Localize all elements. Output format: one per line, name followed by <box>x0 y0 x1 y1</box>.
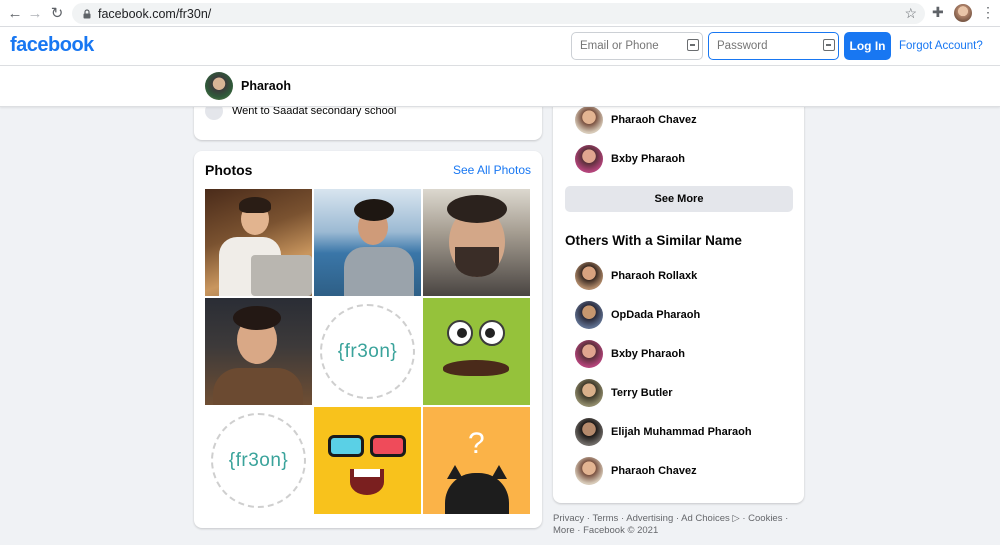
avatar <box>575 457 603 485</box>
photo-thumbnail[interactable] <box>314 407 421 514</box>
avatar <box>575 106 603 134</box>
password-field[interactable] <box>708 32 839 60</box>
friend-list-item[interactable]: Bxby Pharaoh <box>575 145 685 173</box>
friend-list-item[interactable]: Pharaoh Chavez <box>575 106 697 134</box>
profile-avatar[interactable] <box>205 72 233 100</box>
similar-list-item[interactable]: Bxby Pharaoh <box>575 340 685 368</box>
avatar <box>575 262 603 290</box>
reload-glyph: ↻ <box>50 5 64 22</box>
photo-thumbnail[interactable] <box>314 189 421 296</box>
footer-link-advertising[interactable]: Advertising <box>626 513 673 524</box>
footer-link-privacy[interactable]: Privacy <box>553 513 584 524</box>
avatar <box>575 340 603 368</box>
friend-name: Bxby Pharaoh <box>611 153 685 165</box>
fr3on-logo: {fr3on} <box>320 304 415 399</box>
lock-icon <box>83 8 91 18</box>
photo-thumbnail[interactable] <box>205 189 312 296</box>
footer-link-ad-choices[interactable]: Ad Choices ▷ <box>681 513 740 524</box>
back-icon[interactable]: ← <box>4 2 26 24</box>
bookmark-star-icon[interactable]: ☆ <box>904 5 917 22</box>
avatar <box>575 301 603 329</box>
similar-name: Pharaoh Chavez <box>611 465 697 477</box>
similar-names-title: Others With a Similar Name <box>565 233 742 248</box>
similar-list-item[interactable]: Terry Butler <box>575 379 673 407</box>
see-all-photos-link[interactable]: See All Photos <box>453 163 531 177</box>
question-mark-icon: ? <box>468 427 485 460</box>
photo-thumbnail[interactable] <box>423 298 530 405</box>
email-field[interactable] <box>571 32 703 60</box>
password-manager-icon[interactable] <box>687 39 699 51</box>
friend-name: Pharaoh Chavez <box>611 114 697 126</box>
browser-menu-icon[interactable]: ⋮ <box>981 4 995 21</box>
address-bar[interactable]: facebook.com/fr30n/ ☆ <box>72 3 925 24</box>
avatar <box>575 145 603 173</box>
forward-icon[interactable]: → <box>24 2 46 24</box>
profile-name[interactable]: Pharaoh <box>241 79 291 93</box>
photo-thumbnail[interactable]: {fr3on} <box>205 407 312 514</box>
photos-card: Photos See All Photos {fr3on} {fr3on} ? <box>194 151 542 528</box>
footer: Privacy · Terms · Advertising · Ad Choic… <box>553 513 789 536</box>
similar-name: Pharaoh Rollaxk <box>611 270 698 282</box>
similar-list-item[interactable]: Elijah Muhammad Pharaoh <box>575 418 752 446</box>
similar-name: Elijah Muhammad Pharaoh <box>611 426 752 438</box>
similar-list-item[interactable]: Pharaoh Chavez <box>575 457 697 485</box>
avatar <box>575 379 603 407</box>
similar-list-item[interactable]: Pharaoh Rollaxk <box>575 262 697 290</box>
reload-icon[interactable]: ↻ <box>46 2 68 24</box>
see-more-button[interactable]: See More <box>565 186 793 212</box>
facebook-header: facebook Log In Forgot Account? <box>0 27 1000 66</box>
photo-thumbnail[interactable] <box>205 298 312 405</box>
browser-toolbar: ← → ↻ facebook.com/fr30n/ ☆ ✚ ⋮ <box>0 0 1000 27</box>
photo-thumbnail[interactable]: {fr3on} <box>314 298 421 405</box>
footer-copyright: Facebook © 2021 <box>583 525 659 536</box>
forgot-account-link[interactable]: Forgot Account? <box>899 40 983 52</box>
url-text: facebook.com/fr30n/ <box>98 6 212 21</box>
profile-sticky-bar: Pharaoh <box>0 66 1000 107</box>
similar-list-item[interactable]: OpDada Pharaoh <box>575 301 700 329</box>
extensions-icon[interactable]: ✚ <box>932 4 944 21</box>
forward-glyph: → <box>27 4 43 22</box>
back-glyph: ← <box>7 4 23 22</box>
password-manager-icon[interactable] <box>823 39 835 51</box>
similar-name: Terry Butler <box>611 387 673 399</box>
footer-link-more[interactable]: More <box>553 525 575 536</box>
people-card: Pharaoh Chavez Bxby Pharaoh See More Oth… <box>553 90 804 503</box>
photo-thumbnail[interactable]: ? <box>423 407 530 514</box>
similar-name: Bxby Pharaoh <box>611 348 685 360</box>
login-button[interactable]: Log In <box>844 32 891 60</box>
similar-name: OpDada Pharaoh <box>611 309 701 321</box>
browser-profile-avatar[interactable] <box>954 4 972 22</box>
avatar <box>575 418 603 446</box>
photos-title: Photos <box>205 162 253 178</box>
photo-thumbnail[interactable] <box>423 189 530 296</box>
facebook-logo[interactable]: facebook <box>10 34 94 57</box>
fr3on-logo: {fr3on} <box>211 413 306 508</box>
footer-link-terms[interactable]: Terms <box>592 513 618 524</box>
footer-link-cookies[interactable]: Cookies <box>748 513 782 524</box>
